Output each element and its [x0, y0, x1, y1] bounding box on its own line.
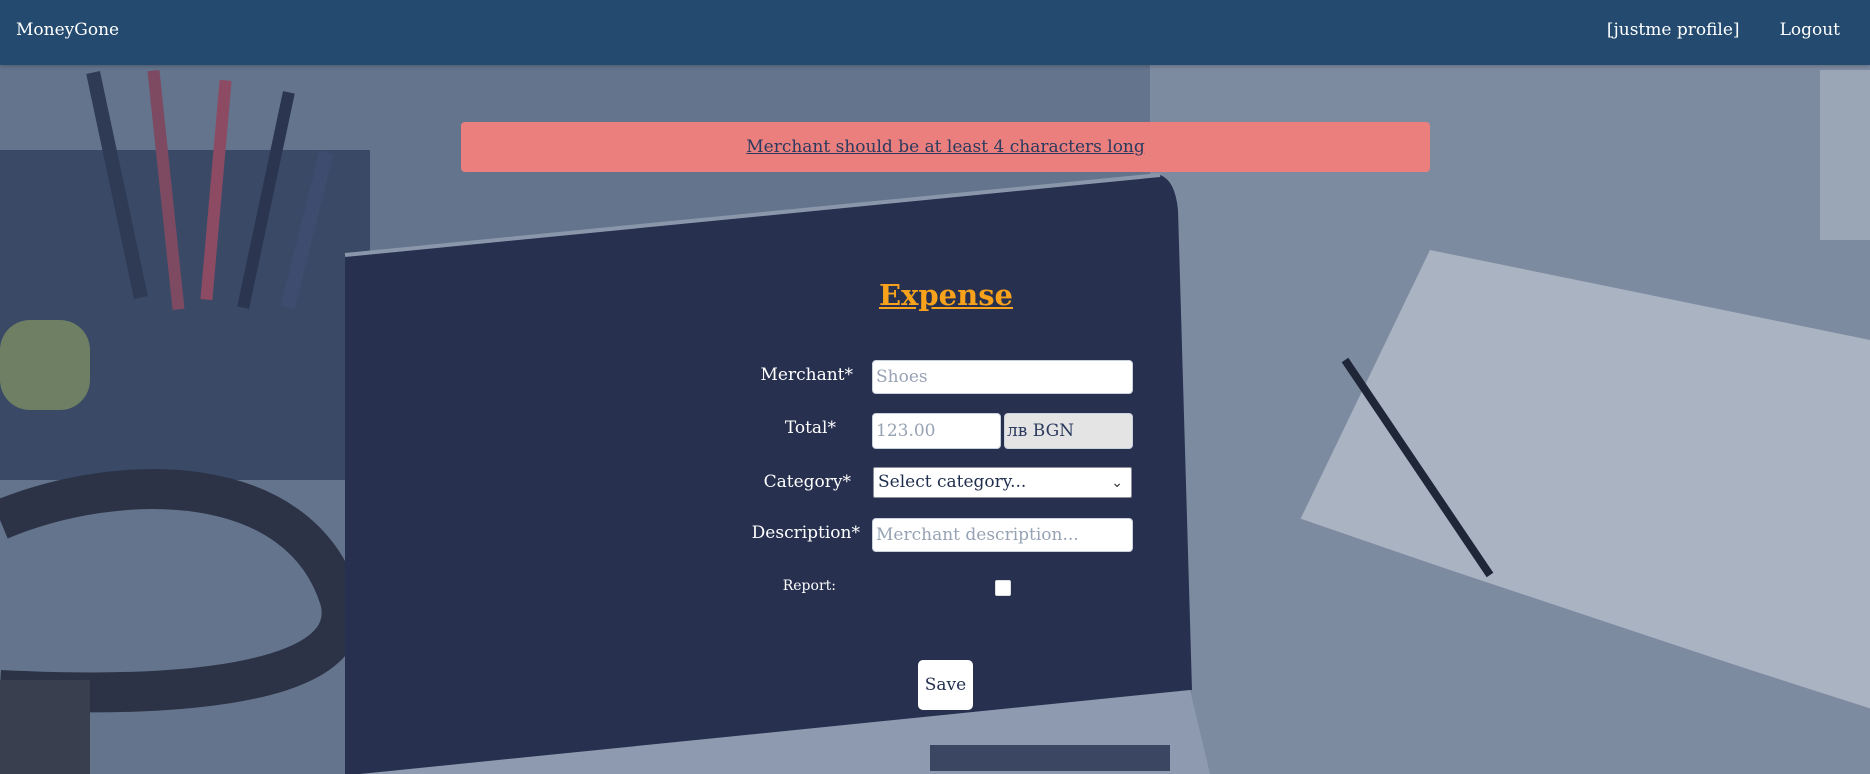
category-label: Category*	[763, 472, 851, 492]
total-input[interactable]	[872, 413, 1001, 449]
total-label: Total*	[784, 418, 836, 438]
error-message: Merchant should be at least 4 characters…	[746, 137, 1145, 157]
merchant-label: Merchant*	[760, 365, 853, 385]
save-button[interactable]: Save	[918, 660, 973, 710]
nav-links: [justme profile] Logout	[1607, 20, 1840, 40]
chevron-down-icon: ⌄	[1111, 475, 1123, 491]
brand-link[interactable]: MoneyGone	[16, 20, 119, 40]
currency-addon: лв BGN	[1004, 413, 1133, 449]
report-label: Report:	[782, 578, 836, 594]
description-input[interactable]	[872, 518, 1133, 552]
report-checkbox[interactable]	[995, 580, 1011, 596]
category-select[interactable]: Select category... ⌄	[873, 467, 1132, 498]
page-title: Expense	[879, 278, 1013, 312]
navbar: MoneyGone [justme profile] Logout	[0, 0, 1870, 65]
merchant-input[interactable]	[872, 360, 1133, 394]
error-alert: Merchant should be at least 4 characters…	[461, 122, 1430, 172]
profile-link[interactable]: [justme profile]	[1607, 20, 1740, 40]
category-selected-value: Select category...	[878, 472, 1027, 492]
description-label: Description*	[751, 523, 860, 543]
logout-link[interactable]: Logout	[1780, 20, 1840, 40]
